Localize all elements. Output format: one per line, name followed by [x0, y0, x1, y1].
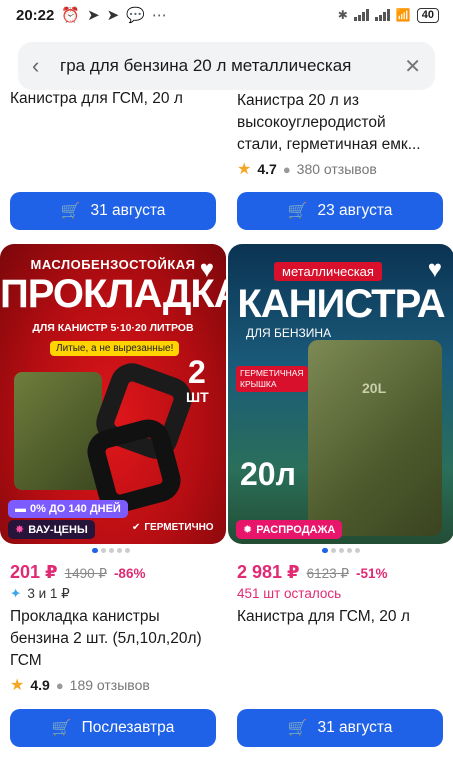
product-title-line: бензина 2 шт. (5л,10л,20л) — [10, 630, 202, 647]
card-icon: ▬ — [15, 503, 26, 515]
image-headline-big: КАНИСТРА — [237, 282, 445, 326]
badge-text: ВАУ-ЦЕНЫ — [28, 523, 88, 536]
battery-icon: 40 — [416, 7, 439, 23]
cart-icon: 🛒 — [287, 203, 308, 220]
image-note: Литые, а не вырезанные! — [50, 341, 180, 356]
image-headline-big: ПРОКЛАДКА — [0, 272, 226, 316]
product-card-top-left[interactable]: Канистра для ГСМ, 20 л — [10, 88, 220, 110]
reviews-count: 380 отзывов — [296, 161, 377, 177]
canister-illustration — [14, 372, 102, 490]
cart-icon: 🛒 — [51, 720, 72, 737]
delivery-date: 31 августа — [317, 719, 393, 736]
product-title-line: высокоуглеродистой — [237, 114, 386, 131]
delivery-date: 23 августа — [317, 202, 393, 219]
product-title-line: Прокладка канистры — [10, 608, 160, 625]
more-notifications-icon: ⋯ — [151, 7, 167, 24]
quantity-number: 2 — [188, 354, 206, 390]
installment-row: ✦ 3 и 1 ₽ — [10, 586, 70, 602]
reviews-icon: ● — [282, 161, 291, 177]
fire-icon: ✹ — [243, 524, 253, 536]
side-note-line: КРЫШКА — [240, 379, 277, 389]
wifi-icon: 📶 — [395, 8, 411, 22]
bluetooth-icon: ✱ — [337, 8, 348, 22]
current-price: 201 ₽ — [10, 562, 58, 582]
current-price: 2 981 ₽ — [237, 562, 300, 582]
product-title-line: ГСМ — [10, 652, 42, 669]
telegram-icon-2: ➤ — [106, 7, 120, 24]
alarm-icon: ⏰ — [61, 7, 81, 24]
search-bar[interactable]: ‹ гра для бензина 20 л металлическая ✕ — [18, 42, 435, 90]
price-row: 201 ₽ 1490 ₽ -86% — [10, 562, 145, 583]
delivery-date: Послезавтра — [81, 719, 175, 736]
shield-check-icon: ✔ — [132, 522, 141, 533]
back-chevron-icon[interactable]: ‹ — [32, 53, 60, 79]
rating-value: 4.9 — [30, 677, 50, 693]
discount: -51% — [355, 566, 388, 581]
side-note-line: ГЕРМЕТИЧНАЯ — [240, 368, 304, 378]
clear-search-icon[interactable]: ✕ — [397, 54, 421, 79]
favorite-heart-icon[interactable]: ♥ — [200, 256, 214, 284]
sale-badge: ✹ РАСПРОДАЖА — [236, 520, 343, 539]
quantity-unit: ШТ — [186, 389, 209, 405]
promo-text: 0% ДО 140 ДНЕЙ — [30, 503, 121, 515]
canister-label: 20L — [362, 380, 387, 396]
installment-text: 3 и 1 ₽ — [27, 586, 70, 601]
product-card-gasket[interactable]: Прокладка канистры бензина 2 шт. (5л,10л… — [10, 606, 220, 695]
signal-icon-2 — [374, 9, 390, 21]
stock-left: 451 шт осталось — [237, 586, 342, 601]
cart-icon: 🛒 — [60, 203, 81, 220]
product-title-line: Канистра 20 л из — [237, 92, 359, 109]
delivery-button-gasket[interactable]: 🛒 Послезавтра — [10, 709, 216, 747]
reviews-count: 189 отзывов — [69, 677, 150, 693]
search-input[interactable]: гра для бензина 20 л металлическая — [60, 56, 397, 76]
product-title: Канистра для ГСМ, 20 л — [10, 90, 183, 107]
sparkle-icon: ✸ — [15, 524, 25, 536]
clock: 20:22 — [16, 6, 55, 24]
old-price: 1490 ₽ — [64, 566, 107, 581]
rating-value: 4.7 — [257, 161, 277, 177]
feature-text: ГЕРМЕТИЧНО — [144, 522, 214, 533]
delivery-button-top-left[interactable]: 🛒 31 августа — [10, 192, 216, 230]
rating-row: ★ 4.9 ● 189 отзывов — [10, 675, 220, 695]
product-image-gasket[interactable]: МАСЛОБЕНЗОСТОЙКАЯ ПРОКЛАДКА ДЛЯ КАНИСТР … — [0, 244, 226, 544]
image-carousel-dots — [322, 548, 360, 553]
product-card-canister[interactable]: Канистра для ГСМ, 20 л — [237, 606, 447, 628]
cart-icon: 🛒 — [287, 720, 308, 737]
reviews-icon: ● — [55, 677, 64, 693]
side-note: ГЕРМЕТИЧНАЯ КРЫШКА — [236, 366, 308, 392]
star-icon: ★ — [237, 161, 252, 178]
status-bar: 20:22 ⏰ ➤ ➤ 💬 ⋯ ✱ 📶 40 — [0, 0, 453, 30]
star-icon: ★ — [10, 677, 25, 694]
delivery-date: 31 августа — [90, 202, 166, 219]
product-title-line: стали, герметичная емк... — [237, 136, 421, 153]
installment-promo-badge: ▬ 0% ДО 140 ДНЕЙ — [8, 500, 128, 518]
product-title: Канистра для ГСМ, 20 л — [237, 608, 410, 625]
image-carousel-dots — [92, 548, 130, 553]
signal-icon — [353, 9, 369, 21]
canister-illustration: 20L — [308, 340, 442, 536]
discount: -86% — [113, 566, 146, 581]
volume-label: 20л — [240, 456, 296, 492]
chat-icon: 💬 — [126, 7, 145, 24]
telegram-icon: ➤ — [87, 7, 100, 24]
product-card-top-right[interactable]: Канистра 20 л из высокоуглеродистой стал… — [237, 90, 447, 179]
image-subline: ДЛЯ КАНИСТР 5·10·20 ЛИТРОВ — [32, 322, 194, 334]
delivery-button-canister[interactable]: 🛒 31 августа — [237, 709, 443, 747]
favorite-heart-icon[interactable]: ♥ — [428, 256, 442, 284]
price-row: 2 981 ₽ 6123 ₽ -51% — [237, 562, 387, 583]
image-tag: металлическая — [274, 262, 382, 281]
delivery-button-top-right[interactable]: 🛒 23 августа — [237, 192, 443, 230]
image-subline: ДЛЯ БЕНЗИНА — [246, 326, 332, 340]
sealed-feature: ✔ ГЕРМЕТИЧНО — [132, 522, 214, 533]
installment-star-icon: ✦ — [10, 586, 22, 601]
image-headline: МАСЛОБЕНЗОСТОЙКАЯ — [30, 257, 196, 272]
badge-text: РАСПРОДАЖА — [256, 523, 336, 536]
product-image-canister[interactable]: металлическая КАНИСТРА ДЛЯ БЕНЗИНА ГЕРМЕ… — [228, 244, 453, 544]
old-price: 6123 ₽ — [306, 566, 349, 581]
rating-row: ★ 4.7 ● 380 отзывов — [237, 159, 447, 179]
wow-price-badge: ✸ ВАУ-ЦЕНЫ — [8, 520, 95, 539]
